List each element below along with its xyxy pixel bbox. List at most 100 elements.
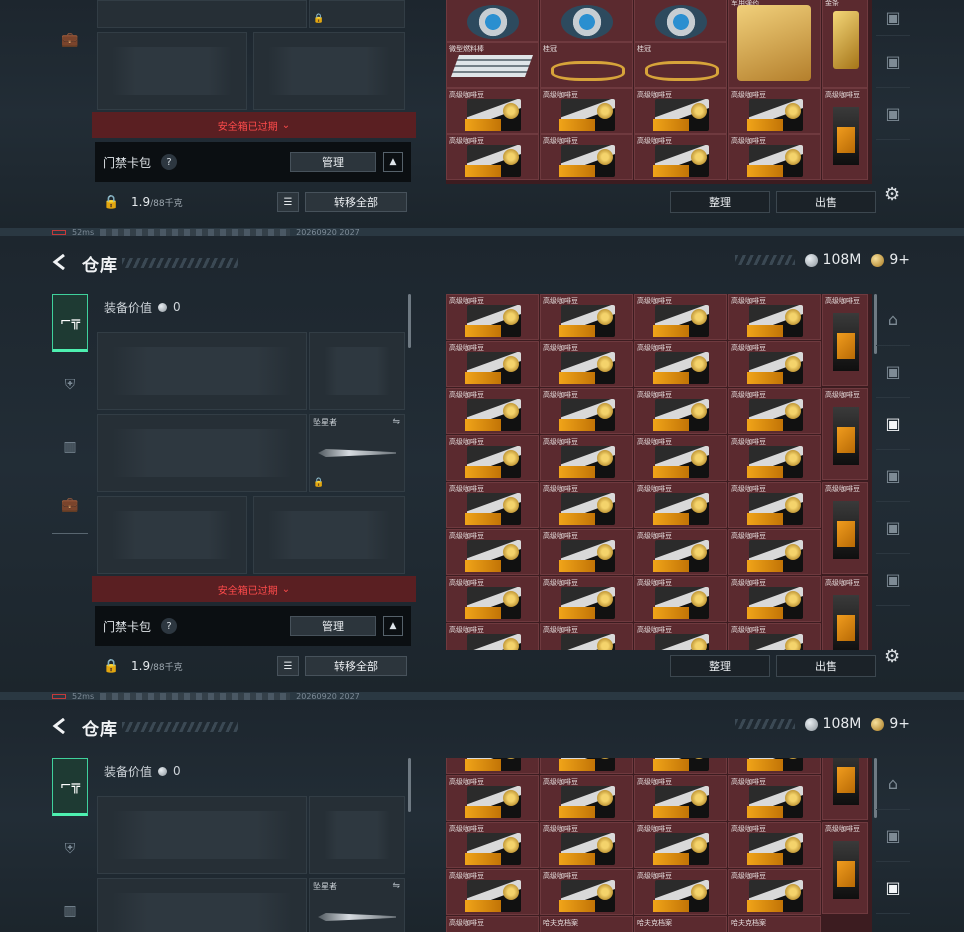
stash-item-coffee-beans[interactable]: 高级咖啡豆 — [728, 822, 821, 868]
stash-item-coffee-beans[interactable]: 高级咖啡豆 — [728, 341, 821, 387]
stash-item-coffee-beans[interactable]: 高级咖啡豆 — [540, 341, 633, 387]
storage-icon[interactable]: ▣ — [876, 36, 910, 88]
stash-item-coffee-beans[interactable]: 高级咖啡豆 — [634, 341, 727, 387]
stash-item-coffee-beans[interactable]: 高级咖啡豆 — [446, 294, 539, 340]
stash-item[interactable] — [634, 0, 727, 42]
gold-currency[interactable]: 9+ — [871, 716, 910, 732]
tab-armor[interactable]: ⛨ — [52, 816, 88, 882]
stash-item-coffee-bag[interactable]: 高级咖啡豆 — [822, 388, 868, 480]
help-icon[interactable]: ? — [161, 618, 178, 634]
scrollbar[interactable] — [408, 758, 411, 812]
stash-item-ammo-crate[interactable]: 军用弹药 — [728, 0, 821, 88]
stash-item-gold-bar[interactable]: 金条 — [822, 0, 868, 88]
stash-item-coffee-beans[interactable]: 高级咖啡豆 — [446, 758, 539, 774]
slot-melee[interactable]: 🔒 — [309, 0, 405, 28]
storage-icon[interactable]: ▣ — [876, 88, 910, 140]
stash-item-coffee-beans[interactable]: 高级咖啡豆 — [634, 529, 727, 575]
tab-weapons[interactable]: ⌐╦ — [52, 758, 88, 816]
tab-container[interactable]: ▥ — [52, 882, 88, 932]
stash-item-coffee-beans[interactable]: 高级咖啡豆 — [540, 294, 633, 340]
stash-item-coffee-beans[interactable]: 高级咖啡豆 — [634, 822, 727, 868]
safe-box-expired-bar[interactable]: 安全箱已过期 ⌄ — [92, 112, 416, 138]
stash-item-coffee-bag[interactable]: 高级咖啡豆 — [822, 294, 868, 386]
manage-button[interactable]: 管理 — [290, 616, 376, 636]
stash-item-coffee-bag[interactable]: 高级咖啡豆 — [822, 482, 868, 574]
tab-container[interactable]: ▥ — [52, 418, 88, 476]
stash-item-coffee-beans[interactable]: 高级咖啡豆 — [540, 576, 633, 622]
gold-currency[interactable]: 9+ — [871, 252, 910, 268]
stash-item-coffee-beans[interactable]: 高级咖啡豆 — [634, 435, 727, 481]
back-icon[interactable] — [52, 254, 68, 270]
swap-icon[interactable]: ⇋ — [392, 881, 400, 891]
vault-icon[interactable]: ⌂ — [876, 758, 910, 810]
sell-button[interactable]: 出售 — [776, 191, 876, 213]
stash-item[interactable] — [446, 0, 539, 42]
slot-sidearm[interactable] — [309, 796, 405, 874]
stash-item-coffee-beans[interactable]: 高级咖啡豆 — [728, 869, 821, 915]
slot-primary[interactable] — [97, 0, 307, 28]
stash-item-coffee-beans[interactable]: 高级咖啡豆 — [728, 529, 821, 575]
slot-armor[interactable] — [253, 32, 405, 110]
stash-item-coffee-beans[interactable]: 高级咖啡豆 — [540, 134, 633, 180]
stash-item-coffee-beans[interactable]: 高级咖啡豆 — [446, 88, 539, 134]
sort-button[interactable]: 整理 — [670, 191, 770, 213]
slot-primary-weapon[interactable] — [97, 332, 307, 410]
sell-button[interactable]: 出售 — [776, 655, 876, 677]
slot-helmet[interactable] — [97, 32, 247, 110]
stash-item-coffee-beans[interactable]: 高级咖啡豆 — [728, 482, 821, 528]
stash-item-coffee-beans[interactable]: 高级咖啡豆 — [728, 775, 821, 821]
list-icon[interactable]: ☰ — [277, 656, 299, 676]
sort-button[interactable]: 整理 — [670, 655, 770, 677]
storage-icon[interactable]: ▣ — [876, 810, 910, 862]
stash-item-coffee-beans[interactable]: 高级咖啡豆 — [446, 775, 539, 821]
stash-item[interactable] — [540, 0, 633, 42]
slot-melee[interactable]: 坠星者 ⇋ 🔒 — [309, 414, 405, 492]
swap-icon[interactable]: ⇋ — [392, 417, 400, 427]
stash-item-coffee-beans[interactable]: 高级咖啡豆 — [540, 775, 633, 821]
stash-item-coffee-beans[interactable]: 高级咖啡豆 — [540, 822, 633, 868]
stash-item-coffee-beans[interactable]: 高级咖啡豆 — [728, 134, 821, 180]
collapse-button[interactable]: ▲ — [383, 616, 403, 636]
stash-item-coffee-beans[interactable]: 高级咖啡豆 — [446, 134, 539, 180]
stash-item-coffee-beans[interactable]: 高级咖啡豆 — [540, 623, 633, 650]
stash-item-coffee-beans[interactable]: 高级咖啡豆 — [540, 758, 633, 774]
silver-currency[interactable]: 108M — [804, 252, 861, 268]
stash-item-crown[interactable]: 桂冠 — [634, 42, 727, 88]
stash-item-coffee-beans[interactable]: 高级咖啡豆 — [540, 869, 633, 915]
stash-item-coffee-beans[interactable]: 高级咖啡豆 — [634, 134, 727, 180]
stash-item-coffee-beans[interactable]: 高级咖啡豆 — [540, 388, 633, 434]
slot-sidearm[interactable] — [309, 332, 405, 410]
stash-item-coffee-beans[interactable]: 高级咖啡豆 — [728, 388, 821, 434]
stash-item[interactable]: 哈夫克档案 — [728, 916, 821, 932]
stash-item[interactable]: 哈夫克档案 — [540, 916, 633, 932]
storage-icon[interactable]: ▣ — [876, 502, 910, 554]
stash-item-crown[interactable]: 桂冠 — [540, 42, 633, 88]
stash-item-coffee-bag[interactable]: 高级咖啡豆 — [822, 758, 868, 820]
stash-item-coffee-beans[interactable]: 高级咖啡豆 — [728, 576, 821, 622]
stash-item[interactable]: 哈夫克档案 — [634, 916, 727, 932]
stash-item[interactable]: 高级咖啡豆 — [446, 916, 539, 932]
stash-item-coffee-beans[interactable]: 高级咖啡豆 — [728, 758, 821, 774]
stash-item-coffee-bag[interactable]: 高级咖啡豆 — [822, 576, 868, 650]
stash-item-coffee-beans[interactable]: 高级咖啡豆 — [634, 576, 727, 622]
tab-backpack[interactable]: 💼 — [52, 0, 88, 80]
stash-item-coffee-beans[interactable]: 高级咖啡豆 — [634, 623, 727, 650]
slot-primary-weapon[interactable] — [97, 796, 307, 874]
stash-item-coffee-beans[interactable]: 高级咖啡豆 — [728, 294, 821, 340]
vault-icon[interactable]: ⌂ — [876, 294, 910, 346]
tab-weapons[interactable]: ⌐╦ — [52, 294, 88, 352]
back-icon[interactable] — [52, 718, 68, 734]
collapse-button[interactable]: ▲ — [383, 152, 403, 172]
stash-item-coffee-beans[interactable]: 高级咖啡豆 — [634, 869, 727, 915]
storage-icon[interactable]: ▣ — [876, 346, 910, 398]
silver-currency[interactable]: 108M — [804, 716, 861, 732]
stash-item-coffee-beans[interactable]: 高级咖啡豆 — [540, 435, 633, 481]
storage-icon[interactable]: ▣ — [876, 398, 910, 450]
stash-item-coffee-beans[interactable]: 高级咖啡豆 — [634, 88, 727, 134]
stash-item-coffee-beans[interactable]: 高级咖啡豆 — [446, 341, 539, 387]
stash-item-coffee-beans[interactable]: 高级咖啡豆 — [446, 623, 539, 650]
stash-item-coffee-beans[interactable]: 高级咖啡豆 — [728, 623, 821, 650]
stash-item-coffee-beans[interactable]: 高级咖啡豆 — [540, 529, 633, 575]
stash-item-coffee-beans[interactable]: 高级咖啡豆 — [634, 775, 727, 821]
stash-item-coffee-beans[interactable]: 高级咖啡豆 — [446, 388, 539, 434]
